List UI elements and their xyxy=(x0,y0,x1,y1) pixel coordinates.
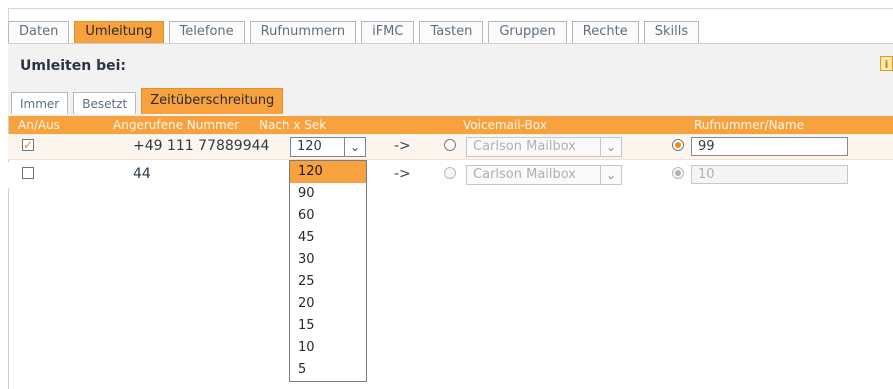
delay-option[interactable]: 25 xyxy=(290,271,366,293)
target-input[interactable]: 10 xyxy=(691,165,848,184)
chevron-down-icon[interactable]: ⌄ xyxy=(600,138,621,156)
target-input[interactable]: 99 xyxy=(691,137,848,156)
voicemail-value: Carlson Mailbox xyxy=(473,139,577,154)
delay-option[interactable]: 15 xyxy=(290,315,366,337)
voicemail-select[interactable]: Carlson Mailbox ⌄ xyxy=(466,137,622,157)
forward-arrow: -> xyxy=(394,138,411,154)
tab-tasten[interactable]: Tasten xyxy=(419,21,484,44)
voicemail-value: Carlson Mailbox xyxy=(473,167,577,182)
section-title: Umleiten bei: xyxy=(20,58,126,74)
header-voicemail-box: Voicemail-Box xyxy=(463,118,547,132)
target-radio[interactable] xyxy=(672,139,684,151)
info-icon[interactable]: i xyxy=(880,56,893,71)
tab-daten[interactable]: Daten xyxy=(8,21,70,44)
subtab-immer[interactable]: Immer xyxy=(11,92,69,114)
header-angerufene-nummer: Angerufene Nummer xyxy=(113,118,240,132)
angerufene-nummer: +49 111 77889944 xyxy=(133,138,270,154)
delay-dropdown-list[interactable]: 120 90 60 45 30 25 20 15 10 5 xyxy=(289,160,367,382)
delay-option[interactable]: 120 xyxy=(290,161,366,183)
delay-option[interactable]: 5 xyxy=(290,359,366,381)
table-row: 44 -> Carlson Mailbox ⌄ 10 xyxy=(8,162,893,188)
chevron-down-icon[interactable]: ⌄ xyxy=(344,138,365,156)
section-header: Umleiten bei: i Immer Besetzt Zeitübersc… xyxy=(8,44,893,116)
chevron-down-icon[interactable]: ⌄ xyxy=(600,166,621,184)
target-radio[interactable] xyxy=(672,167,684,179)
tab-rechte[interactable]: Rechte xyxy=(571,21,639,44)
table-row: ✓ +49 111 77889944 120 ⌄ -> Carlson Mail… xyxy=(8,134,893,160)
delay-option[interactable]: 90 xyxy=(290,183,366,205)
tab-skills[interactable]: Skills xyxy=(643,21,700,44)
voicemail-select[interactable]: Carlson Mailbox ⌄ xyxy=(466,165,622,185)
delay-option[interactable]: 45 xyxy=(290,227,366,249)
header-nach-x-sek: Nach x Sek xyxy=(259,118,327,132)
delay-option[interactable]: 10 xyxy=(290,337,366,359)
voicemail-radio[interactable] xyxy=(444,167,456,179)
tab-rufnummern[interactable]: Rufnummern xyxy=(249,21,357,44)
delay-select[interactable]: 120 ⌄ xyxy=(290,137,366,157)
tab-telefone[interactable]: Telefone xyxy=(168,21,245,44)
voicemail-radio[interactable] xyxy=(444,139,456,151)
delay-option[interactable]: 20 xyxy=(290,293,366,315)
main-tabs: Daten Umleitung Telefone Rufnummern iFMC… xyxy=(8,21,700,44)
subtab-zeitueberschreitung[interactable]: Zeitüberschreitung xyxy=(141,88,284,114)
sub-tabs: Immer Besetzt Zeitüberschreitung xyxy=(11,88,284,114)
header-rufnummer-name: Rufnummer/Name xyxy=(694,118,804,132)
tab-umleitung[interactable]: Umleitung xyxy=(74,21,164,44)
table-header: An/Aus Angerufene Nummer Nach x Sek Voic… xyxy=(8,116,893,134)
tab-ifmc[interactable]: iFMC xyxy=(361,21,415,44)
checkbox-checked-icon[interactable]: ✓ xyxy=(22,139,34,151)
angerufene-nummer: 44 xyxy=(133,166,151,182)
delay-option[interactable]: 60 xyxy=(290,205,366,227)
subtab-besetzt[interactable]: Besetzt xyxy=(73,92,137,114)
header-an-aus: An/Aus xyxy=(18,118,60,132)
checkbox-unchecked-icon[interactable] xyxy=(22,167,34,179)
tab-gruppen[interactable]: Gruppen xyxy=(488,21,567,44)
delay-select-value: 120 xyxy=(297,139,322,154)
forward-arrow: -> xyxy=(394,166,411,182)
delay-option[interactable]: 30 xyxy=(290,249,366,271)
